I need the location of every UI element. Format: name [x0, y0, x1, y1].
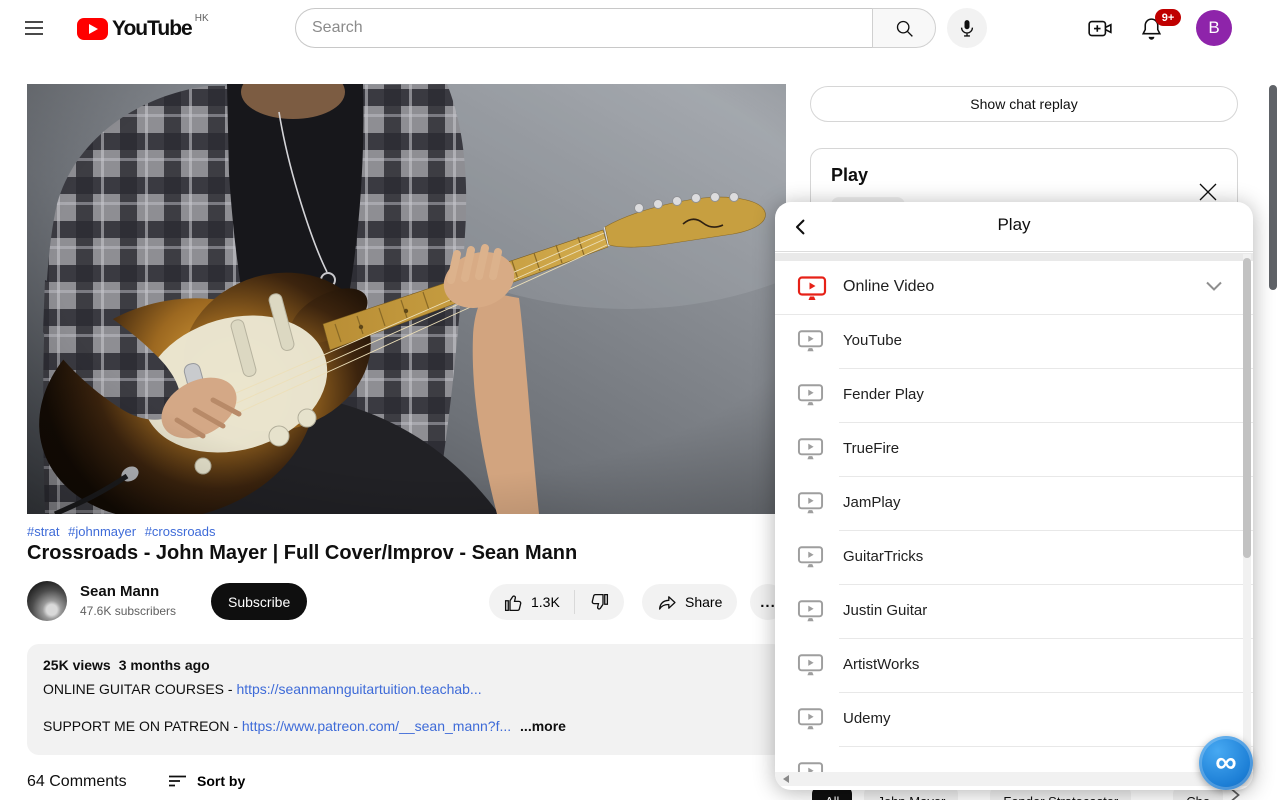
- list-item-youtube[interactable]: YouTube: [775, 315, 1253, 369]
- microphone-icon: [957, 18, 977, 38]
- list-item-artistworks[interactable]: ArtistWorks: [775, 639, 1253, 693]
- patreon-link[interactable]: https://www.patreon.com/__sean_mann?f...: [242, 718, 511, 734]
- video-service-icon: [797, 599, 824, 623]
- list-item-fender-play[interactable]: Fender Play: [775, 369, 1253, 423]
- like-button[interactable]: 1.3K: [489, 592, 574, 613]
- infinity-icon: ∞: [1215, 746, 1237, 779]
- search-input[interactable]: [295, 8, 872, 48]
- panel-top-shadow: [775, 253, 1253, 261]
- list-item-justin-guitar[interactable]: Justin Guitar: [775, 585, 1253, 639]
- video-title: Crossroads - John Mayer | Full Cover/Imp…: [27, 542, 578, 564]
- list-item-label: Justin Guitar: [843, 602, 928, 619]
- chevron-down-icon: [1205, 280, 1223, 292]
- channel-name[interactable]: Sean Mann: [80, 583, 159, 600]
- list-item-label: Udemy: [843, 710, 891, 727]
- panel-vertical-scrollbar-thumb[interactable]: [1243, 258, 1251, 558]
- online-video-icon: [797, 275, 827, 302]
- list-item-label: GuitarTricks: [843, 548, 924, 565]
- video-service-icon: [797, 383, 824, 407]
- video-service-icon: [797, 491, 824, 515]
- play-panel-list: Online Video YouTube Fender Play TrueFir…: [775, 261, 1253, 790]
- list-item-label: TrueFire: [843, 440, 900, 457]
- list-item-label: JamPlay: [843, 494, 901, 511]
- play-panel-title: Play: [997, 215, 1031, 234]
- more-horizontal-icon: ...: [760, 593, 776, 611]
- page-scrollbar-thumb[interactable]: [1269, 85, 1277, 290]
- list-item-jamplay[interactable]: JamPlay: [775, 477, 1253, 531]
- play-panel-header: Play: [775, 202, 1253, 252]
- video-service-icon: [797, 545, 824, 569]
- logo-region-code: HK: [194, 13, 209, 24]
- sort-icon: [168, 773, 188, 789]
- channel-subscriber-count: 47.6K subscribers: [80, 604, 177, 618]
- youtube-play-icon: [77, 18, 108, 40]
- panel-horizontal-scrollbar[interactable]: [775, 772, 1253, 786]
- like-dislike-pill: 1.3K: [489, 584, 624, 620]
- comments-count: 64 Comments: [27, 773, 127, 790]
- like-count: 1.3K: [531, 594, 560, 610]
- voice-search-button[interactable]: [947, 8, 987, 48]
- video-service-icon: [797, 329, 824, 353]
- search-button[interactable]: [872, 8, 936, 48]
- view-count: 25K views: [43, 657, 111, 673]
- notification-count-badge: 9+: [1155, 9, 1181, 26]
- sort-by-button[interactable]: Sort by: [168, 773, 245, 789]
- description-box[interactable]: 25K views 3 months ago ONLINE GUITAR COUR…: [27, 644, 785, 755]
- video-player[interactable]: [27, 84, 786, 514]
- dislike-button[interactable]: [575, 592, 624, 613]
- top-bar: YouTube HK 9+ B: [0, 0, 1280, 56]
- close-icon[interactable]: [1197, 181, 1219, 203]
- list-item-truefire[interactable]: TrueFire: [775, 423, 1253, 477]
- share-label: Share: [685, 594, 723, 610]
- list-item-online-video[interactable]: Online Video: [775, 261, 1253, 315]
- video-service-icon: [797, 653, 824, 677]
- play-panel: Play Online Video YouTube Fender Play Tr: [775, 202, 1253, 790]
- youtube-logo[interactable]: YouTube HK: [77, 13, 209, 43]
- create-button[interactable]: [1087, 14, 1115, 42]
- description-text: ONLINE GUITAR COURSES -: [43, 681, 233, 697]
- list-item-label: Online Video: [843, 278, 935, 295]
- play-card-title: Play: [831, 165, 869, 185]
- hashtag-link[interactable]: #crossroads: [145, 524, 216, 539]
- video-service-icon: [797, 437, 824, 461]
- menu-button[interactable]: [22, 14, 56, 42]
- create-video-icon: [1087, 15, 1115, 41]
- show-more-button[interactable]: ...more: [520, 718, 566, 734]
- list-item-label: ArtistWorks: [843, 656, 920, 673]
- list-item-udemy[interactable]: Udemy: [775, 693, 1253, 747]
- video-service-icon: [797, 707, 824, 731]
- list-item-label: YouTube: [843, 332, 902, 349]
- channel-avatar[interactable]: [27, 581, 67, 621]
- hamburger-icon: [22, 16, 56, 40]
- account-avatar[interactable]: B: [1196, 10, 1232, 46]
- share-button[interactable]: Share: [642, 584, 738, 620]
- show-chat-replay-button[interactable]: Show chat replay: [810, 86, 1238, 122]
- search-bar: [295, 8, 936, 48]
- thumb-down-icon: [589, 592, 610, 613]
- hashtag-link[interactable]: #strat: [27, 524, 60, 539]
- scroll-left-arrow-icon: [783, 775, 789, 783]
- list-item-guitartricks[interactable]: GuitarTricks: [775, 531, 1253, 585]
- hashtag-link[interactable]: #johnmayer: [68, 524, 136, 539]
- list-item-label: Fender Play: [843, 386, 924, 403]
- upload-age: 3 months ago: [118, 657, 210, 673]
- description-text: SUPPORT ME ON PATREON -: [43, 718, 238, 734]
- sort-by-label: Sort by: [197, 773, 246, 789]
- extension-infinity-button[interactable]: ∞: [1199, 736, 1253, 790]
- course-link[interactable]: https://seanmannguitartuition.teachab...: [236, 681, 481, 697]
- thumb-up-icon: [503, 592, 524, 613]
- subscribe-button[interactable]: Subscribe: [211, 583, 308, 620]
- search-icon: [894, 18, 915, 39]
- logo-wordmark: YouTube: [112, 17, 193, 40]
- video-meta: 25K views 3 months ago: [43, 657, 769, 673]
- video-frame-illustration: [27, 84, 786, 514]
- hashtag-links: #strat #johnmayer #crossroads: [27, 524, 221, 539]
- description-line: ONLINE GUITAR COURSES - https://seanmann…: [43, 681, 769, 697]
- description-line: SUPPORT ME ON PATREON - https://www.patr…: [43, 718, 769, 734]
- share-icon: [657, 592, 678, 613]
